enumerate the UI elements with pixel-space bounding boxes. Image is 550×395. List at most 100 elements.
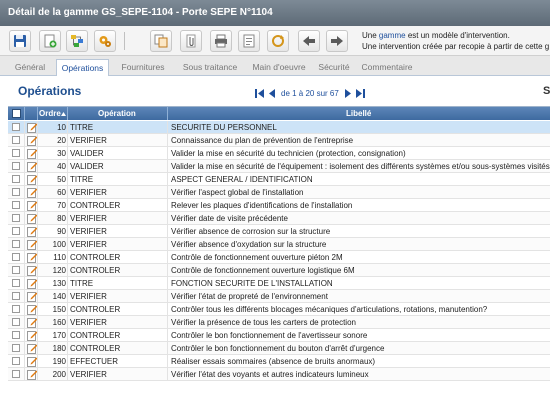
operations-grid: Ordre Opération Libellé 10 TITRE SECURITE … [8, 106, 550, 395]
header-ordre[interactable]: Ordre [39, 109, 61, 118]
save-button[interactable] [9, 30, 31, 52]
cell-operation: TITRE [70, 279, 94, 288]
table-row[interactable]: 70 CONTROLER Relever les plaques d'identif… [8, 199, 550, 212]
column-divider [67, 134, 68, 147]
row-checkbox[interactable] [12, 344, 20, 352]
table-row[interactable]: 200 VERIFIER Vérifier l'état des voyants e… [8, 368, 550, 381]
table-row[interactable]: 130 TITRE FONCTION SECURITE DE L'INSTALLAT… [8, 277, 550, 290]
attach-button[interactable] [180, 30, 202, 52]
previous-page-icon[interactable] [265, 88, 277, 99]
row-checkbox[interactable] [12, 305, 20, 313]
column-divider [67, 173, 68, 186]
row-checkbox[interactable] [12, 227, 20, 235]
row-checkbox[interactable] [12, 279, 20, 287]
header-libelle[interactable]: Libellé [346, 109, 371, 118]
refresh-icon [272, 35, 284, 47]
hierarchy-icon [71, 35, 83, 47]
row-checkbox[interactable] [12, 292, 20, 300]
column-divider [167, 173, 168, 186]
row-checkbox[interactable] [12, 136, 20, 144]
row-checkbox[interactable] [12, 201, 20, 209]
select-all-checkbox[interactable] [12, 109, 21, 118]
column-divider [67, 290, 68, 303]
toolbar-separator [124, 32, 125, 50]
table-row[interactable]: 30 VALIDER Valider la mise en sécurité du … [8, 147, 550, 160]
table-row[interactable]: 140 VERIFIER Vérifier l'état de propreté d… [8, 290, 550, 303]
cell-ordre: 100 [52, 240, 66, 249]
row-checkbox[interactable] [12, 214, 20, 222]
tab-3[interactable]: Fournitures [113, 59, 173, 76]
gamme-link[interactable]: gamme [379, 31, 406, 40]
tab-4[interactable]: Sous traitance [175, 59, 245, 76]
hierarchy-button[interactable] [66, 30, 88, 52]
table-row[interactable]: 90 VERIFIER Vérifier absence de corrosion … [8, 225, 550, 238]
column-divider [167, 316, 168, 329]
row-checkbox[interactable] [12, 175, 20, 183]
last-page-icon[interactable] [355, 88, 367, 99]
section-title: Opérations [18, 84, 82, 98]
column-divider [167, 186, 168, 199]
table-row[interactable]: 80 VERIFIER Vérifier date de visite précéd… [8, 212, 550, 225]
table-row[interactable]: 120 CONTROLER Contrôle de fonctionnement o… [8, 264, 550, 277]
next-page-icon[interactable] [343, 88, 355, 99]
tab-6[interactable]: Sécurité [313, 59, 355, 76]
column-divider [167, 342, 168, 355]
column-divider [167, 199, 168, 212]
row-checkbox[interactable] [12, 331, 20, 339]
refresh-button[interactable] [267, 30, 289, 52]
header-operation[interactable]: Opération [98, 109, 136, 118]
cell-ordre: 70 [57, 201, 66, 210]
row-checkbox[interactable] [12, 162, 20, 170]
tab-1[interactable]: Général [6, 59, 54, 76]
row-checkbox[interactable] [12, 253, 20, 261]
table-row[interactable]: 160 VERIFIER Vérifier la présence de tous … [8, 316, 550, 329]
row-checkbox[interactable] [12, 357, 20, 365]
tab-7[interactable]: Commentaire [358, 59, 416, 76]
cell-libelle: Vérifier absence de corrosion sur la str… [171, 227, 331, 236]
copy-button[interactable] [150, 30, 172, 52]
table-row[interactable]: 10 TITRE SECURITE DU PERSONNEL [8, 121, 550, 134]
row-checkbox[interactable] [12, 318, 20, 326]
copy-icon [154, 34, 168, 48]
table-row[interactable]: 20 VERIFIER Connaissance du plan de préven… [8, 134, 550, 147]
row-checkbox[interactable] [12, 370, 20, 378]
report-button[interactable] [238, 30, 260, 52]
cell-ordre: 40 [57, 162, 66, 171]
gears-icon [99, 36, 111, 47]
row-checkbox[interactable] [12, 188, 20, 196]
column-divider [24, 264, 25, 277]
next-button[interactable] [326, 30, 348, 52]
cell-ordre: 80 [57, 214, 66, 223]
table-row[interactable]: 180 CONTROLER Contrôler le bon fonctionnem… [8, 342, 550, 355]
previous-button[interactable] [298, 30, 320, 52]
cell-operation: VALIDER [70, 149, 104, 158]
table-row[interactable]: 150 CONTROLER Contrôler tous les différent… [8, 303, 550, 316]
add-document-icon [44, 34, 57, 48]
cell-ordre: 140 [52, 292, 66, 301]
table-row[interactable]: 170 CONTROLER Contrôler le bon fonctionnem… [8, 329, 550, 342]
gears-button[interactable] [94, 30, 116, 52]
table-row[interactable]: 190 EFFECTUER Réaliser essais sommaires (a… [8, 355, 550, 368]
settings-icon[interactable]: S [543, 85, 550, 97]
add-button[interactable] [39, 30, 61, 52]
cell-operation: VALIDER [70, 162, 104, 171]
cell-operation: VERIFIER [70, 188, 107, 197]
tab-bar: Général Opérations Fournitures Sous traitan… [0, 56, 550, 76]
column-divider [167, 121, 168, 134]
table-row[interactable]: 50 TITRE ASPECT GENERAL / IDENTIFICATION [8, 173, 550, 186]
cell-ordre: 110 [53, 253, 66, 262]
row-checkbox[interactable] [12, 123, 20, 131]
print-button[interactable] [210, 30, 232, 52]
table-row[interactable]: 60 VERIFIER Vérifier l'aspect global de l'… [8, 186, 550, 199]
first-page-icon[interactable] [253, 88, 265, 99]
table-row[interactable]: 110 CONTROLER Contrôle de fonctionnement o… [8, 251, 550, 264]
cell-libelle: FONCTION SECURITE DE L'INSTALLATION [171, 279, 333, 288]
tab-2[interactable]: Opérations [56, 59, 109, 76]
cell-libelle: Connaissance du plan de prévention de l'… [171, 136, 354, 145]
row-checkbox[interactable] [12, 240, 20, 248]
row-checkbox[interactable] [12, 266, 20, 274]
row-checkbox[interactable] [12, 149, 20, 157]
table-row[interactable]: 40 VALIDER Valider la mise en sécurité de … [8, 160, 550, 173]
table-row[interactable]: 100 VERIFIER Vérifier absence d'oxydation … [8, 238, 550, 251]
tab-5[interactable]: Main d'oeuvre [247, 59, 311, 76]
